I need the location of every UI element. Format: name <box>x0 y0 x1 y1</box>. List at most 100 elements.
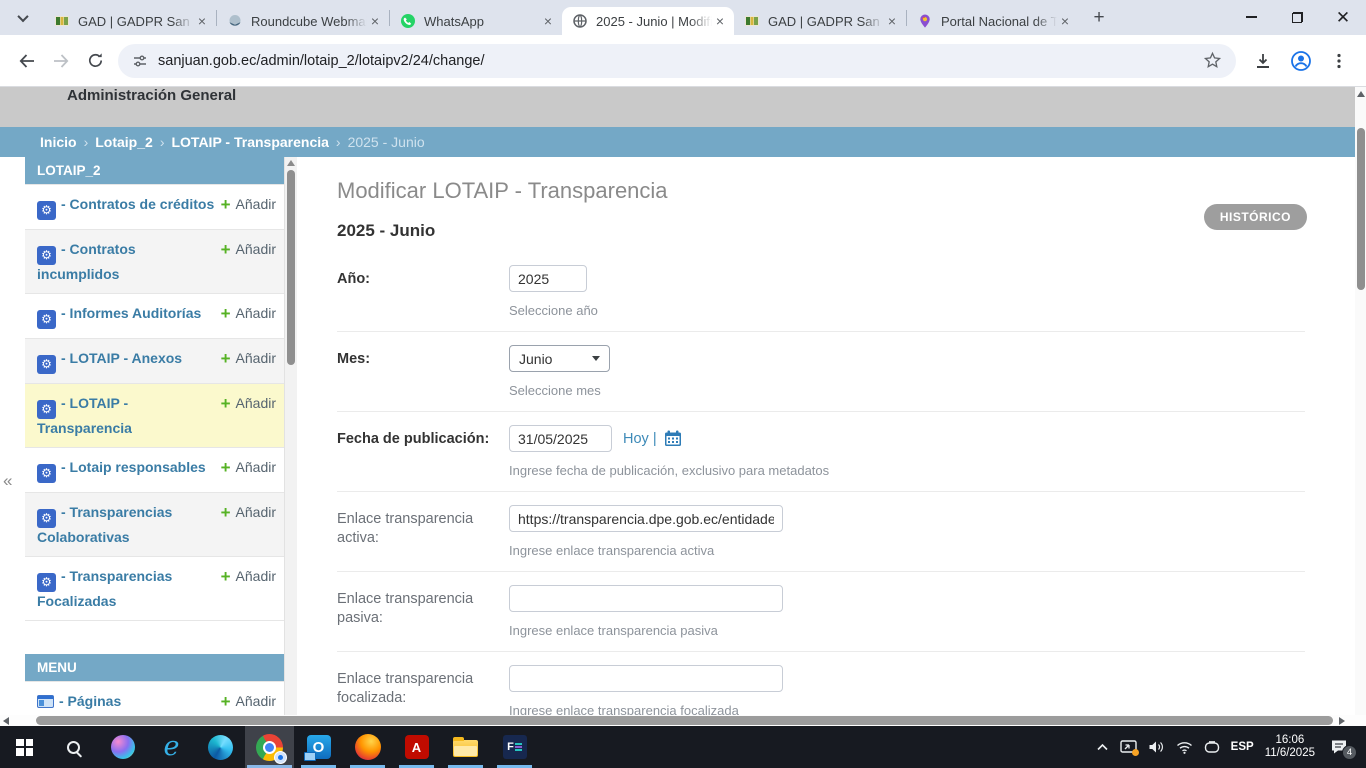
minimize-button[interactable] <box>1228 0 1274 34</box>
add-link[interactable]: +Añadir <box>221 304 276 321</box>
tab-close-icon[interactable]: × <box>540 13 556 29</box>
start-button[interactable] <box>0 726 49 768</box>
taskbar-edge-button[interactable] <box>196 726 245 768</box>
calendar-icon[interactable] <box>664 430 682 447</box>
add-link[interactable]: +Añadir <box>221 692 276 709</box>
tray-cast-button[interactable] <box>1120 740 1137 754</box>
sidebar-item-label[interactable]: - Contratos de créditos <box>61 196 214 212</box>
sidebar-item-contratos-incumplidos[interactable]: ⚙- Contratos incumplidos +Añadir <box>25 229 284 293</box>
close-window-button[interactable]: ✕ <box>1320 0 1366 34</box>
field-help: Seleccione mes <box>509 383 610 398</box>
page-title: Modificar LOTAIP - Transparencia <box>337 178 1305 204</box>
breadcrumb-separator: › <box>336 134 341 150</box>
tab-active-lotaip[interactable]: 2025 - Junio | Modific × <box>562 7 734 35</box>
add-link[interactable]: +Añadir <box>221 240 276 257</box>
admin-sidebar: LOTAIP_2 ⚙- Contratos de créditos +Añadi… <box>25 157 285 715</box>
enlace-pasiva-input[interactable] <box>509 585 783 612</box>
tab-title: 2025 - Junio | Modific <box>596 14 712 29</box>
taskbar-acrobat-button[interactable]: A <box>392 726 441 768</box>
taskbar-outlook-button[interactable]: O <box>294 726 343 768</box>
taskbar-internet-explorer-button[interactable]: e <box>147 726 196 768</box>
taskbar-copilot-button[interactable] <box>98 726 147 768</box>
sidebar-item-lotaip-transparencia[interactable]: ⚙- LOTAIP - Transparencia +Añadir <box>25 383 284 447</box>
sidebar-item-label[interactable]: - Informes Auditorías <box>61 305 201 321</box>
sidebar-item-lotaip-responsables[interactable]: ⚙- Lotaip responsables +Añadir <box>25 447 284 492</box>
window-controls: ✕ <box>1228 0 1366 34</box>
taskbar-firefox-button[interactable] <box>343 726 392 768</box>
tab-whatsapp[interactable]: WhatsApp × <box>390 7 562 35</box>
taskbar-search-button[interactable] <box>49 726 98 768</box>
ano-input[interactable] <box>509 265 587 292</box>
sidebar-item-contratos-creditos[interactable]: ⚙- Contratos de créditos +Añadir <box>25 184 284 229</box>
sidebar-scrollbar[interactable] <box>285 157 297 715</box>
sidebar-item-transparencias-colaborativas[interactable]: ⚙- Transparencias Colaborativas +Añadir <box>25 492 284 556</box>
breadcrumb-home-link[interactable]: Inicio <box>40 134 77 150</box>
scrollbar-thumb[interactable] <box>36 716 1333 725</box>
tray-meet-now-button[interactable] <box>1204 741 1220 754</box>
tray-expand-button[interactable] <box>1096 742 1109 752</box>
tab-search-button[interactable] <box>8 4 38 32</box>
tray-wifi-button[interactable] <box>1176 741 1193 754</box>
restore-button[interactable] <box>1274 0 1320 34</box>
taskbar-chrome-button[interactable] <box>245 726 294 768</box>
breadcrumb-app-link[interactable]: LOTAIP - Transparencia <box>171 134 328 150</box>
scroll-left-arrow-icon[interactable] <box>3 717 9 725</box>
sidebar-item-lotaip-anexos[interactable]: ⚙- LOTAIP - Anexos +Añadir <box>25 338 284 383</box>
taskbar-file-explorer-button[interactable] <box>441 726 490 768</box>
scroll-right-arrow-icon[interactable] <box>1339 717 1345 725</box>
action-center-button[interactable]: 4 <box>1330 739 1348 755</box>
new-tab-button[interactable]: + <box>1085 4 1113 32</box>
sidebar-item-paginas[interactable]: - Páginas +Añadir <box>25 681 284 715</box>
tab-gad-1[interactable]: GAD | GADPR San Ju × <box>44 7 216 35</box>
taskbar-firma-button[interactable]: F <box>490 726 539 768</box>
enlace-activa-input[interactable] <box>509 505 783 532</box>
tab-portal[interactable]: Portal Nacional de Tr × <box>907 7 1079 35</box>
sidebar-item-informes-auditorias[interactable]: ⚙- Informes Auditorías +Añadir <box>25 293 284 338</box>
scrollbar-thumb[interactable] <box>287 170 295 365</box>
download-button[interactable] <box>1246 44 1280 78</box>
page-vertical-scrollbar[interactable] <box>1355 87 1366 715</box>
url-bar[interactable]: sanjuan.gob.ec/admin/lotaip_2/lotaipv2/2… <box>118 44 1236 78</box>
tab-roundcube[interactable]: Roundcube Webmail × <box>217 7 389 35</box>
scroll-up-arrow-icon[interactable] <box>287 160 295 166</box>
add-link[interactable]: +Añadir <box>221 567 276 584</box>
sidebar-item-label[interactable]: - LOTAIP - Anexos <box>61 350 182 366</box>
tab-close-icon[interactable]: × <box>194 13 210 29</box>
plus-icon: + <box>221 307 231 320</box>
sidebar-item-label[interactable]: - Transparencias Colaborativas <box>37 504 172 545</box>
today-link[interactable]: Hoy | <box>623 431 657 447</box>
tab-close-icon[interactable]: × <box>1057 13 1073 29</box>
sidebar-item-label[interactable]: - Páginas <box>59 693 121 709</box>
scroll-up-arrow-icon[interactable] <box>1357 91 1365 97</box>
language-indicator[interactable]: ESP <box>1231 741 1254 753</box>
mes-select[interactable]: Junio <box>509 345 610 372</box>
tray-volume-button[interactable] <box>1148 740 1165 754</box>
fecha-input[interactable] <box>509 425 612 452</box>
add-link[interactable]: +Añadir <box>221 195 276 212</box>
clock[interactable]: 16:06 11/6/2025 <box>1265 734 1315 761</box>
add-link[interactable]: +Añadir <box>221 503 276 520</box>
url-text[interactable]: sanjuan.gob.ec/admin/lotaip_2/lotaipv2/2… <box>158 53 1203 69</box>
enlace-focalizada-input[interactable] <box>509 665 783 692</box>
tab-close-icon[interactable]: × <box>712 13 728 29</box>
tab-close-icon[interactable]: × <box>884 13 900 29</box>
reload-button[interactable] <box>78 44 112 78</box>
sidebar-item-transparencias-focalizadas[interactable]: ⚙- Transparencias Focalizadas +Añadir <box>25 556 284 620</box>
back-button[interactable] <box>10 44 44 78</box>
profile-button[interactable] <box>1284 44 1318 78</box>
tab-close-icon[interactable]: × <box>367 13 383 29</box>
page-horizontal-scrollbar[interactable] <box>0 715 1366 726</box>
add-link[interactable]: +Añadir <box>221 394 276 411</box>
sidebar-item-label[interactable]: - Lotaip responsables <box>61 459 206 475</box>
scrollbar-thumb[interactable] <box>1357 128 1365 290</box>
forward-button[interactable] <box>44 44 78 78</box>
add-link[interactable]: +Añadir <box>221 349 276 366</box>
historico-button[interactable]: HISTÓRICO <box>1204 204 1307 230</box>
tab-gad-2[interactable]: GAD | GADPR San Ju × <box>734 7 906 35</box>
sidebar-collapse-button[interactable]: « <box>3 471 12 491</box>
chrome-menu-button[interactable] <box>1322 44 1356 78</box>
bookmark-star-icon[interactable] <box>1203 51 1222 70</box>
breadcrumb-section-link[interactable]: Lotaip_2 <box>95 134 153 150</box>
add-link[interactable]: +Añadir <box>221 458 276 475</box>
sidebar-item-label[interactable]: - Transparencias Focalizadas <box>37 568 172 609</box>
